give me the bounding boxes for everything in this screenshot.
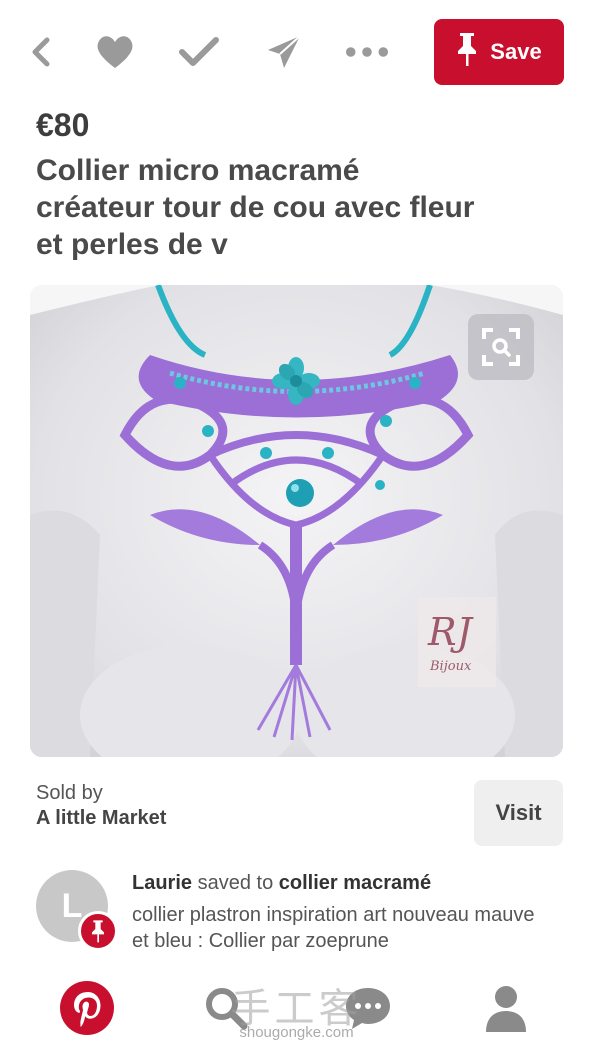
visual-search-icon: [482, 328, 520, 366]
visit-button[interactable]: Visit: [474, 780, 563, 846]
seller-name[interactable]: A little Market: [36, 807, 166, 830]
pushpin-icon: [456, 31, 478, 73]
send-icon[interactable]: [262, 30, 306, 74]
pin-title: Collier micro macramé créateur tour de c…: [36, 154, 475, 261]
pin-description: collier plastron inspiration art nouveau…: [132, 904, 535, 952]
saved-by-line: Laurie saved to collier macramé: [132, 872, 431, 895]
pin-badge-icon: [78, 911, 118, 951]
save-button[interactable]: Save: [434, 19, 564, 85]
svg-text:RJ: RJ: [427, 610, 474, 654]
saved-to-text: saved to: [197, 872, 274, 894]
rj-bijoux-logo: RJ Bijoux: [418, 597, 496, 687]
pin-price: €80: [36, 107, 90, 143]
board-name[interactable]: collier macramé: [279, 872, 431, 894]
check-icon[interactable]: [177, 30, 221, 74]
site-watermark-url: shougongke.com: [239, 1024, 354, 1041]
save-label: Save: [490, 39, 542, 64]
visit-label: Visit: [495, 800, 542, 825]
back-icon[interactable]: [20, 30, 64, 74]
svg-text:Bijoux: Bijoux: [429, 659, 472, 674]
more-icon[interactable]: [345, 30, 389, 74]
avatar-letter: L: [61, 886, 83, 925]
visual-search-button[interactable]: [468, 314, 534, 380]
top-toolbar: Save: [0, 0, 593, 100]
heart-icon[interactable]: [93, 30, 137, 74]
sold-by-label: Sold by: [36, 782, 103, 804]
saver-name[interactable]: Laurie: [132, 872, 192, 894]
